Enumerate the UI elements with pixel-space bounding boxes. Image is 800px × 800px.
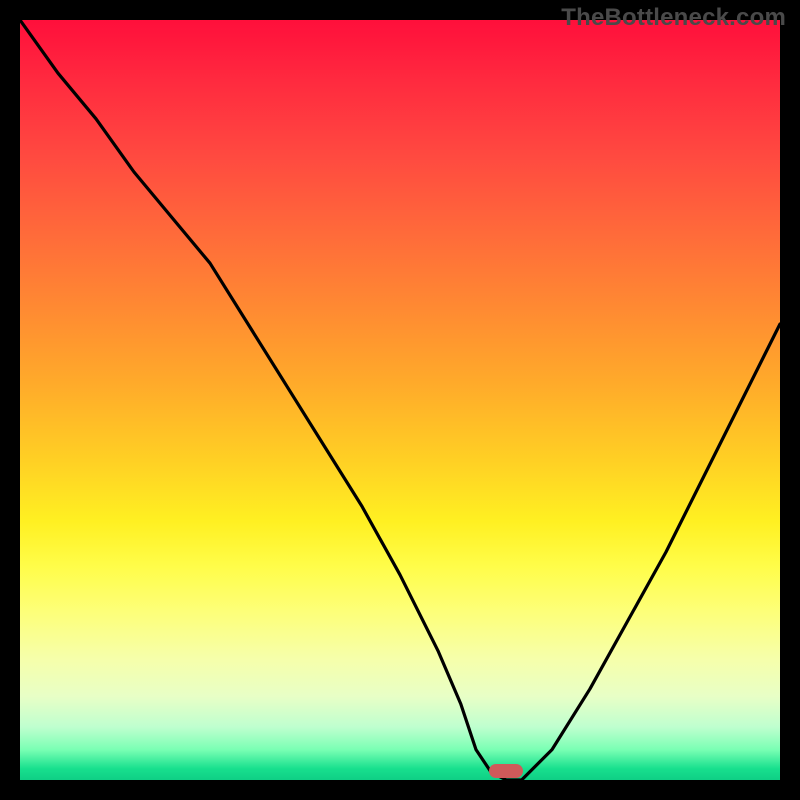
chart-frame: TheBottleneck.com <box>0 0 800 800</box>
plot-area <box>20 20 780 780</box>
bottleneck-curve <box>20 20 780 780</box>
watermark-text: TheBottleneck.com <box>561 4 786 32</box>
minimum-marker <box>489 764 523 778</box>
